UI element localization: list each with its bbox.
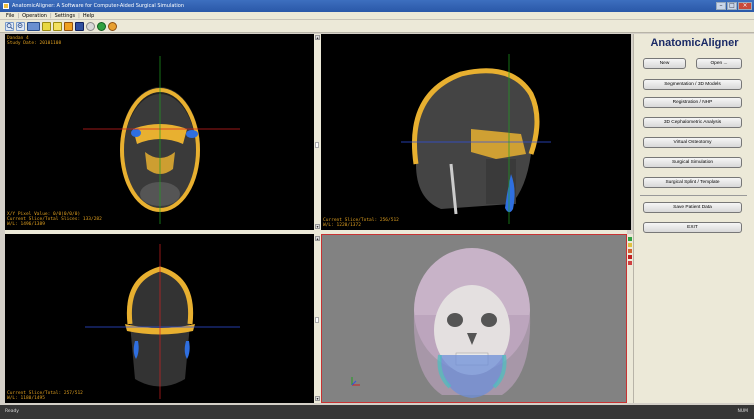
measure-icon[interactable] xyxy=(53,21,62,31)
segmentation-button[interactable]: Segmentation / 3D Models xyxy=(643,79,742,90)
app-name-title: AnatomicAligner xyxy=(650,37,739,49)
window-level: W/L: 1496/1389 xyxy=(7,222,45,227)
registration-button[interactable]: Registration / NHP xyxy=(643,97,742,108)
layout-icon[interactable] xyxy=(27,21,40,31)
menu-file[interactable]: File xyxy=(6,12,14,19)
3d-model-viewport[interactable] xyxy=(321,234,627,403)
menu-separator: | xyxy=(78,13,80,19)
scroll-up-arrow[interactable]: ▴ xyxy=(315,236,320,241)
menu-operation[interactable]: Operation xyxy=(22,12,47,19)
save-patient-data-button[interactable]: Save Patient Data xyxy=(643,202,742,213)
zoom-in-icon[interactable] xyxy=(5,21,14,31)
exit-button[interactable]: EXIT xyxy=(643,222,742,233)
axial-slice-scroll-thumb[interactable] xyxy=(315,142,319,148)
num-lock-indicator: NUM xyxy=(737,409,748,414)
scroll-down-arrow[interactable]: ▾ xyxy=(315,224,320,229)
surgical-splint-button[interactable]: Surgical Splint / Template xyxy=(643,177,742,188)
app-icon xyxy=(3,3,9,9)
sagittal-viewport[interactable]: Current Slice/Total: 256/512 W/L: 1220/1… xyxy=(321,34,631,230)
menu-separator: | xyxy=(49,13,52,19)
window-title: AnatomicAligner: A Software for Computer… xyxy=(12,3,184,9)
window-controls: – □ × xyxy=(716,2,752,10)
sagittal-ct-image xyxy=(401,54,551,224)
reset-icon[interactable] xyxy=(86,21,95,31)
maximize-button[interactable]: □ xyxy=(727,2,737,10)
zoom-out-icon[interactable] xyxy=(16,21,25,31)
3d-skull-model xyxy=(351,248,531,398)
settings-icon[interactable] xyxy=(97,21,106,31)
minimize-button[interactable]: – xyxy=(716,2,726,10)
crosshair-icon[interactable] xyxy=(64,21,73,31)
coronal-viewport[interactable]: Current Slice/Total: 257/512 W/L: 1180/1… xyxy=(5,234,314,403)
window-level: W/L: 1180/1495 xyxy=(7,396,45,401)
new-button[interactable]: New xyxy=(643,58,686,69)
window-level: W/L: 1220/1372 xyxy=(323,223,361,228)
menu-settings[interactable]: Settings xyxy=(55,12,76,19)
surgical-simulation-button[interactable]: Surgical Simulation xyxy=(643,157,742,168)
export-icon[interactable] xyxy=(108,21,117,31)
open-button[interactable]: Open ... xyxy=(696,58,742,69)
status-bar: Ready NUM xyxy=(0,405,754,419)
visibility-toggle-icon[interactable] xyxy=(628,249,632,253)
vertical-splitter[interactable]: ▴ ▾ ▴ ▾ xyxy=(314,34,321,403)
app-window: AnatomicAligner: A Software for Computer… xyxy=(0,0,754,419)
title-bar: AnatomicAligner: A Software for Computer… xyxy=(0,0,754,12)
visibility-toggle-icon[interactable] xyxy=(628,243,632,247)
status-text: Ready xyxy=(5,409,19,414)
axial-viewport[interactable]: Dandan 4 Study Date: 20101108 X/Y Pixel … xyxy=(5,34,314,230)
menu-help[interactable]: Help xyxy=(83,12,94,19)
window-level-icon[interactable] xyxy=(42,21,51,31)
coronal-ct-image xyxy=(85,244,240,399)
visibility-toggle-icon[interactable] xyxy=(628,261,632,265)
horizontal-splitter[interactable] xyxy=(5,230,627,234)
visibility-toggle-icon[interactable] xyxy=(628,255,632,259)
workflow-panel: AnatomicAligner New Open ... Segmentatio… xyxy=(633,34,754,403)
axial-ct-image xyxy=(83,56,240,224)
study-date: Study Date: 20101108 xyxy=(7,41,62,46)
menu-separator: | xyxy=(17,13,20,19)
menu-bar: File | Operation | Settings | Help xyxy=(0,12,754,20)
visibility-toggle-icon[interactable] xyxy=(628,237,632,241)
coronal-slice-scroll-thumb[interactable] xyxy=(315,317,319,323)
virtual-osteotomy-button[interactable]: Virtual Osteotomy xyxy=(643,137,742,148)
scroll-up-arrow[interactable]: ▴ xyxy=(315,35,320,40)
color-icon[interactable] xyxy=(75,21,84,31)
scroll-down-arrow[interactable]: ▾ xyxy=(315,396,320,401)
toolbar xyxy=(0,20,754,33)
close-button[interactable]: × xyxy=(738,2,752,10)
panel-divider xyxy=(640,195,747,196)
cephalometric-analysis-button[interactable]: 3D Cephalometric Analysis xyxy=(643,117,742,128)
